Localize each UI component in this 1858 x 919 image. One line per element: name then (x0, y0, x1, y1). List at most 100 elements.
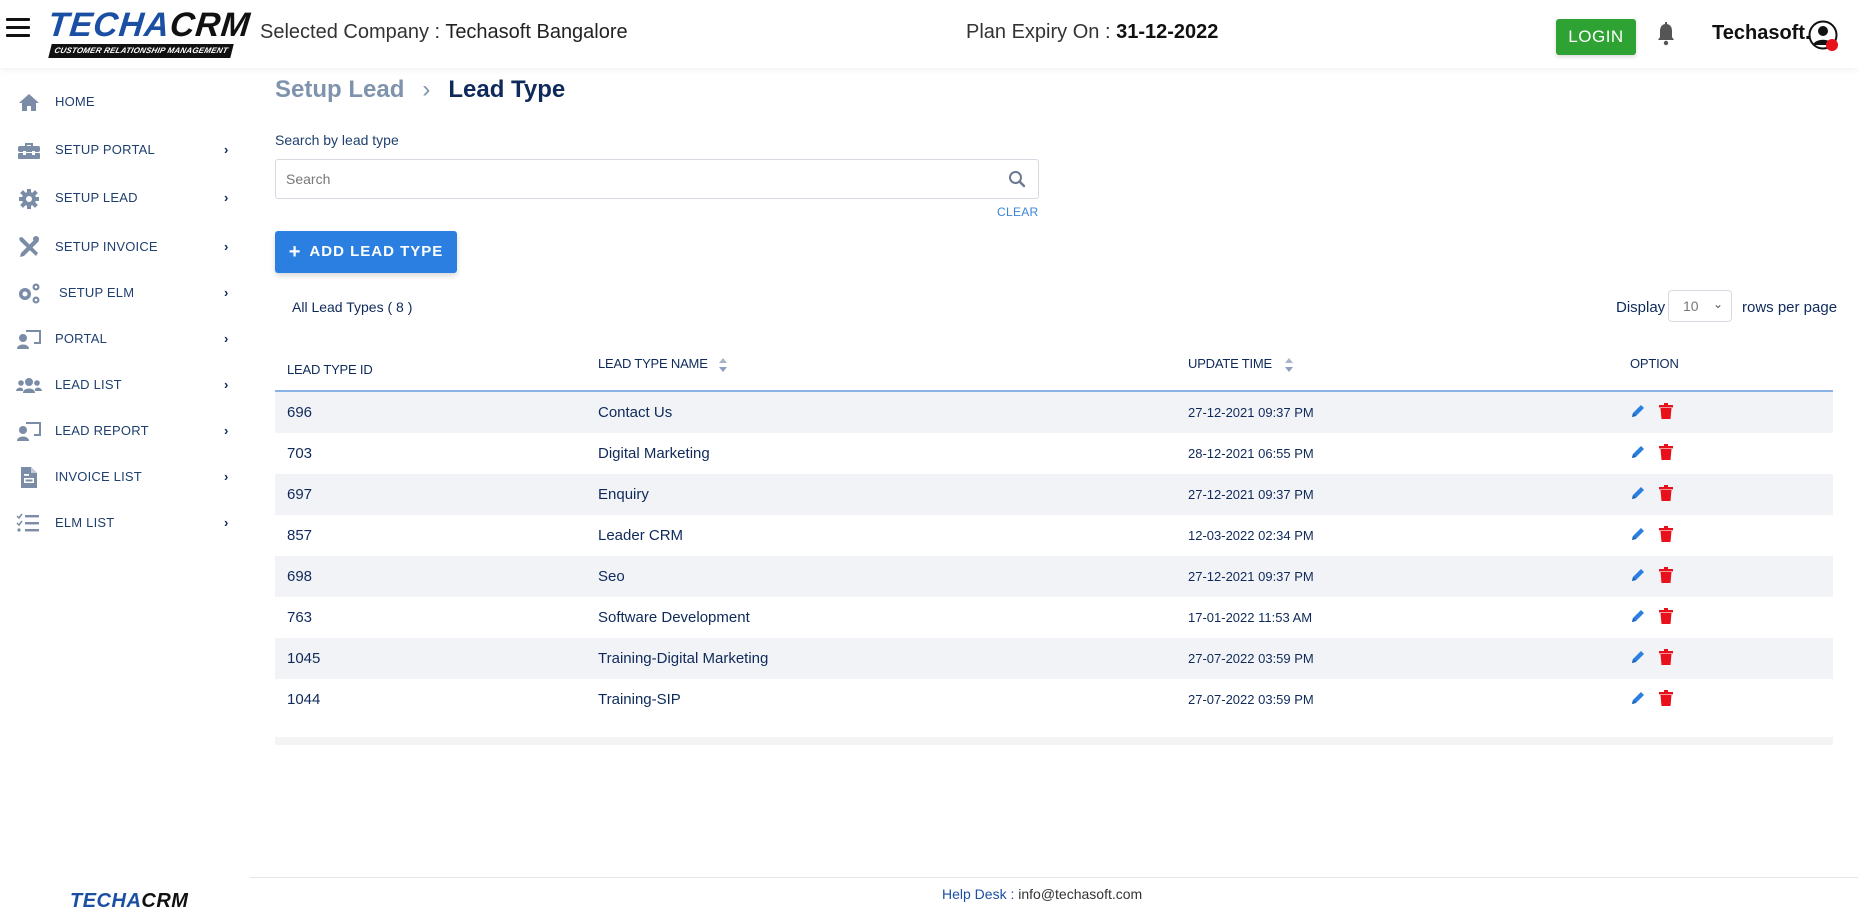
sidebar-item-lead-list[interactable]: LEAD LIST › (0, 365, 250, 405)
checklist-icon (16, 513, 39, 532)
plus-icon: + (288, 240, 302, 263)
column-header-update-time[interactable]: UPDATE TIME (1188, 356, 1272, 371)
techacrm-logo[interactable]: TECHACRM CUSTOMER RELATIONSHIP MANAGEMEN… (46, 6, 253, 58)
cell-lead-type-name: Software Development (598, 609, 750, 626)
table-row: 698 Seo 27-12-2021 09:37 PM (275, 556, 1833, 597)
breadcrumb: Setup Lead › Lead Type (275, 76, 565, 104)
sidebar-item-label: HOME (55, 94, 95, 109)
company-label: Selected Company : (260, 21, 441, 43)
sort-name-icon[interactable] (718, 356, 728, 376)
delete-trash-icon[interactable] (1659, 485, 1673, 501)
edit-pencil-icon[interactable] (1630, 444, 1646, 460)
table-row: 1045 Training-Digital Marketing 27-07-2022… (275, 638, 1833, 679)
delete-trash-icon[interactable] (1659, 567, 1673, 583)
user-avatar-icon[interactable] (1808, 20, 1840, 52)
users-icon (16, 378, 42, 393)
delete-trash-icon[interactable] (1659, 444, 1673, 460)
sidebar-item-home[interactable]: HOME (0, 82, 250, 122)
cell-lead-type-id: 698 (287, 568, 313, 585)
cell-update-time: 27-12-2021 09:37 PM (1188, 487, 1314, 502)
menu-toggle-icon[interactable] (6, 18, 30, 40)
sidebar-item-portal[interactable]: PORTAL › (0, 319, 250, 359)
sidebar-item-label: LEAD LIST (55, 377, 122, 392)
delete-trash-icon[interactable] (1659, 403, 1673, 419)
edit-pencil-icon[interactable] (1630, 403, 1646, 419)
sidebar-item-elm-list[interactable]: ELM LIST › (0, 503, 250, 543)
breadcrumb-setup-lead[interactable]: Setup Lead (275, 76, 404, 103)
delete-trash-icon[interactable] (1659, 649, 1673, 665)
table-body: 696 Contact Us 27-12-2021 09:37 PM 703 Digit… (275, 392, 1833, 720)
cell-lead-type-name: Seo (598, 568, 625, 585)
sidebar-item-label: LEAD REPORT (55, 423, 149, 438)
add-lead-type-button[interactable]: + ADD LEAD TYPE (275, 231, 457, 273)
sidebar-item-invoice-list[interactable]: INVOICE LIST › (0, 457, 250, 497)
logo-text-crm: CRM (141, 890, 189, 912)
cell-lead-type-id: 703 (287, 445, 313, 462)
search-icon[interactable] (1008, 170, 1026, 188)
cell-lead-type-name: Digital Marketing (598, 445, 710, 462)
delete-trash-icon[interactable] (1659, 526, 1673, 542)
breadcrumb-separator-icon: › (422, 76, 431, 103)
table-row: 697 Enquiry 27-12-2021 09:37 PM (275, 474, 1833, 515)
sidebar-item-label: ELM LIST (55, 515, 115, 530)
delete-trash-icon[interactable] (1659, 690, 1673, 706)
gears-icon (19, 283, 40, 304)
edit-pencil-icon[interactable] (1630, 567, 1646, 583)
cell-update-time: 12-03-2022 02:34 PM (1188, 528, 1314, 543)
chevron-right-icon: › (224, 331, 229, 346)
chevron-down-icon: ⌄ (1712, 297, 1723, 311)
lead-type-count: All Lead Types ( 8 ) (292, 299, 413, 315)
toolbox-icon (18, 143, 40, 159)
user-name[interactable]: Techasoft. (1712, 22, 1811, 45)
page-title: Lead Type (448, 76, 566, 103)
cell-update-time: 17-01-2022 11:53 AM (1188, 610, 1313, 625)
delete-trash-icon[interactable] (1659, 608, 1673, 624)
presenter-icon (17, 422, 41, 441)
sidebar-item-label: SETUP INVOICE (55, 239, 158, 254)
plan-expiry: Plan Expiry On : 31-12-2022 (966, 21, 1218, 44)
rows-per-page-select[interactable]: 10 ⌄ (1668, 290, 1732, 322)
table-row: 857 Leader CRM 12-03-2022 02:34 PM (275, 515, 1833, 556)
clear-button[interactable]: CLEAR (997, 205, 1039, 219)
edit-pencil-icon[interactable] (1630, 690, 1646, 706)
table-row: 763 Software Development 17-01-2022 11:53 … (275, 597, 1833, 638)
table-header: LEAD TYPE ID LEAD TYPE NAME UPDATE TIME … (275, 340, 1833, 392)
edit-pencil-icon[interactable] (1630, 649, 1646, 665)
edit-pencil-icon[interactable] (1630, 608, 1646, 624)
sidebar-footer-logo: TECHACRM (70, 890, 188, 913)
sidebar: HOME SETUP PORTAL › SETUP LEAD › SETUP I… (0, 68, 250, 919)
tools-icon (19, 236, 39, 257)
sidebar-item-label: SETUP PORTAL (55, 142, 155, 157)
table-row: 1044 Training-SIP 27-07-2022 03:59 PM (275, 679, 1833, 720)
search-input[interactable] (276, 160, 996, 198)
cell-lead-type-name: Training-SIP (598, 691, 681, 708)
sort-time-icon[interactable] (1284, 356, 1294, 376)
sidebar-item-setup-invoice[interactable]: SETUP INVOICE › (0, 227, 250, 267)
login-button[interactable]: LOGIN (1556, 19, 1636, 55)
cell-update-time: 27-12-2021 09:37 PM (1188, 569, 1314, 584)
edit-pencil-icon[interactable] (1630, 485, 1646, 501)
sidebar-item-setup-elm[interactable]: SETUP ELM › (0, 273, 250, 313)
lead-type-table: LEAD TYPE ID LEAD TYPE NAME UPDATE TIME … (275, 340, 1833, 745)
chevron-right-icon: › (224, 423, 229, 438)
logo-tagline: CUSTOMER RELATIONSHIP MANAGEMENT (48, 44, 234, 58)
table-row: 703 Digital Marketing 28-12-2021 06:55 PM (275, 433, 1833, 474)
column-header-name[interactable]: LEAD TYPE NAME (598, 356, 708, 371)
cell-update-time: 27-07-2022 03:59 PM (1188, 692, 1314, 707)
chevron-right-icon: › (224, 190, 229, 205)
sidebar-item-label: INVOICE LIST (55, 469, 142, 484)
top-header: TECHACRM CUSTOMER RELATIONSHIP MANAGEMEN… (0, 0, 1858, 68)
bell-icon[interactable] (1656, 22, 1676, 46)
table-footer-bar (275, 737, 1833, 745)
logo-text-techa: TECHA (46, 6, 173, 44)
cell-lead-type-name: Enquiry (598, 486, 649, 503)
column-header-id: LEAD TYPE ID (287, 362, 373, 377)
sidebar-item-setup-lead[interactable]: SETUP LEAD › (0, 178, 250, 218)
sidebar-item-lead-report[interactable]: LEAD REPORT › (0, 411, 250, 451)
sidebar-item-setup-portal[interactable]: SETUP PORTAL › (0, 130, 250, 170)
cell-lead-type-id: 763 (287, 609, 313, 626)
edit-pencil-icon[interactable] (1630, 526, 1646, 542)
helpdesk-email[interactable]: info@techasoft.com (1018, 886, 1142, 902)
sidebar-item-label: PORTAL (55, 331, 108, 346)
gear-icon (19, 189, 39, 209)
